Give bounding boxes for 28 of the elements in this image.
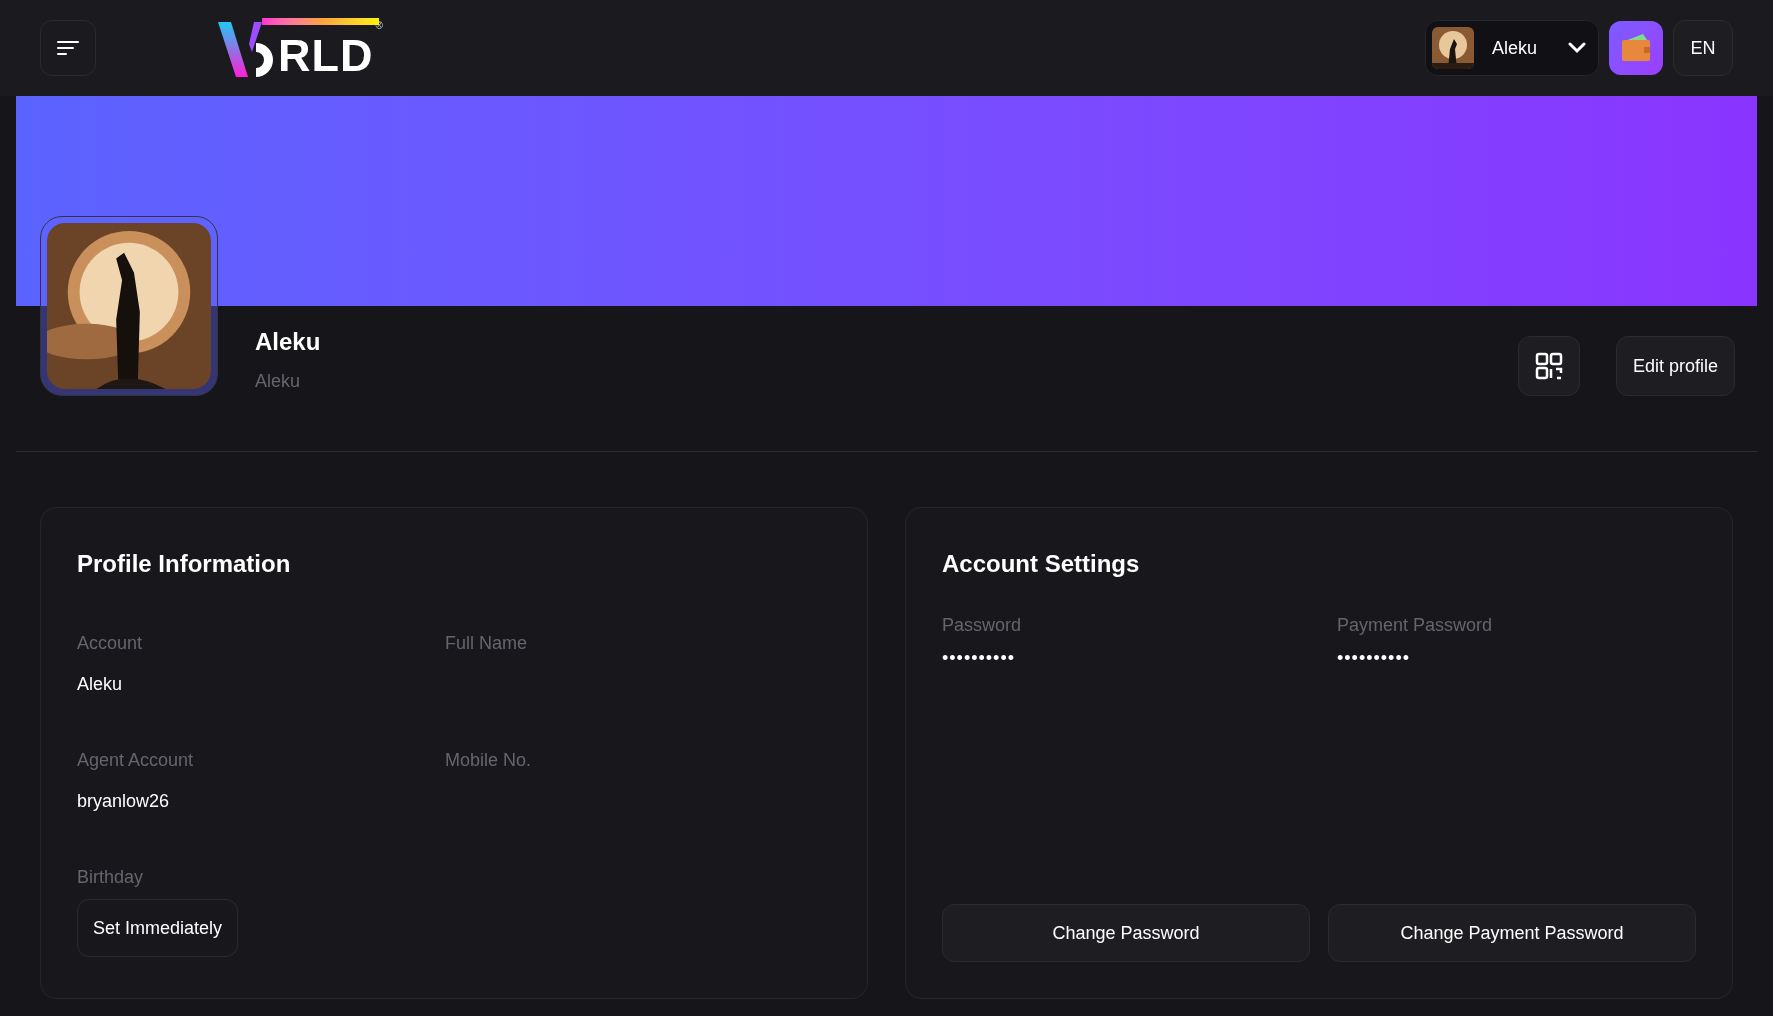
qr-code-button[interactable] (1517, 336, 1580, 396)
logo-text: RLD (278, 35, 374, 77)
field-value: bryanlow26 (77, 790, 171, 813)
change-password-button[interactable]: Change Payment Password (1328, 904, 1696, 962)
wallet-button[interactable] (1609, 21, 1663, 75)
masked-password: •••••••••• (942, 647, 1017, 670)
qr-code-icon (1534, 352, 1563, 380)
user-menu-button[interactable]: Aleku (1425, 20, 1599, 76)
field-label: Full Name (445, 632, 529, 655)
change-password-button[interactable]: Change Password (942, 904, 1310, 962)
profile-name: Aleku (255, 327, 321, 357)
field-label: Password (942, 614, 1023, 637)
profile-username: Aleku (255, 370, 302, 393)
menu-button[interactable] (40, 20, 96, 76)
field-label: Account (77, 632, 144, 655)
language-button[interactable]: EN (1673, 20, 1733, 76)
chevron-down-icon (1568, 42, 1586, 54)
edit-profile-button[interactable]: Edit profile (1615, 336, 1735, 396)
field-value: Aleku (77, 673, 124, 696)
field-label: Mobile No. (445, 749, 533, 772)
set-birthday-button[interactable]: Set Immediately (77, 899, 239, 957)
menu-icon (57, 40, 79, 56)
masked-password: •••••••••• (1337, 647, 1412, 670)
card-title: Profile Information (77, 549, 292, 579)
field-label: Agent Account (77, 749, 195, 772)
field-label: Payment Password (1337, 614, 1494, 637)
card-title: Account Settings (942, 549, 1141, 579)
field-label: Birthday (77, 866, 145, 889)
